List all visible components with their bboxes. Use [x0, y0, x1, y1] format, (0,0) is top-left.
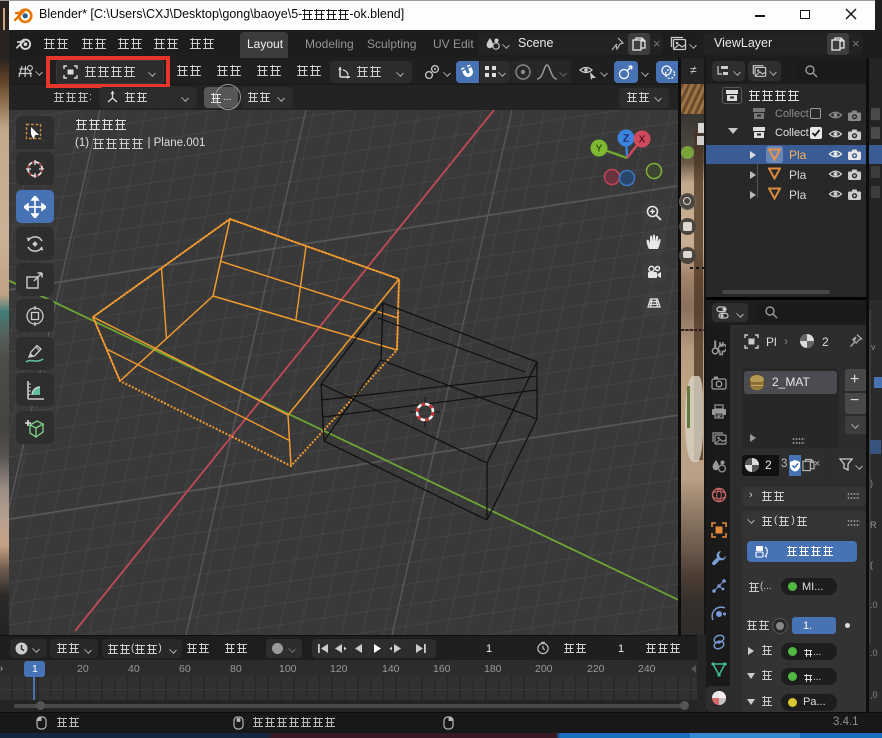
svg-text:Z: Z	[623, 134, 629, 145]
svg-text:X: X	[639, 135, 646, 146]
svg-text:Y: Y	[596, 144, 603, 155]
